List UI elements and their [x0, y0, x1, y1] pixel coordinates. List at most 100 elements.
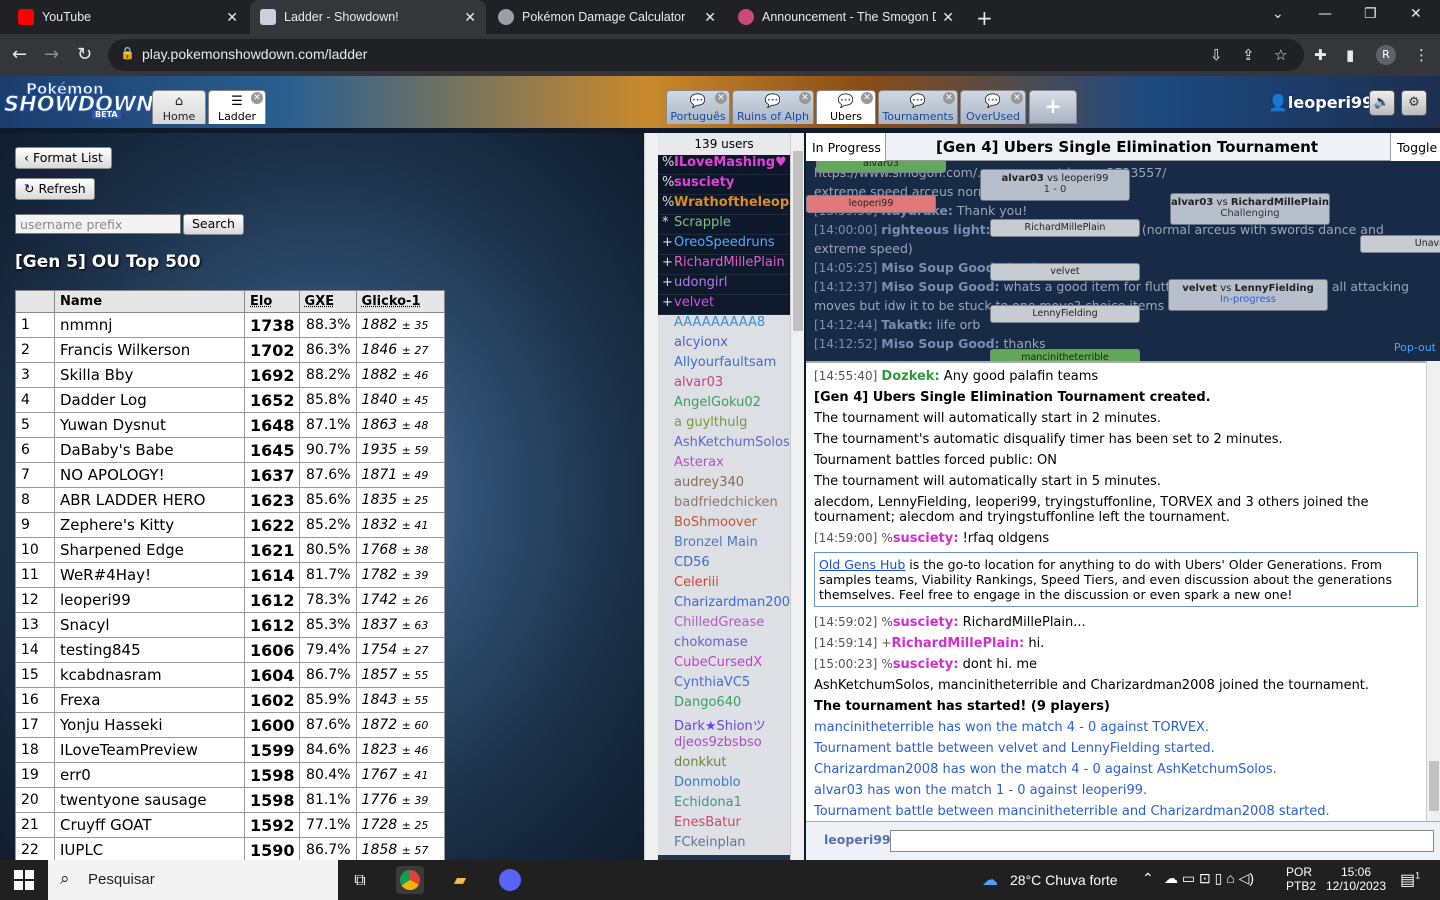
- userlist-item[interactable]: AngelGoku02: [658, 395, 790, 415]
- bracket-match[interactable]: alvar03 vs leoperi99 1 - 0: [980, 169, 1130, 201]
- room-tab-ubers[interactable]: ✕ 💬 Ubers: [816, 90, 876, 124]
- address-bar[interactable]: 🔒 play.pokemonshowdown.com/ladder: [108, 39, 1304, 71]
- userlist-item[interactable]: %susciety: [658, 175, 790, 195]
- task-view-icon[interactable]: ⧉: [346, 866, 374, 894]
- username-cell[interactable]: Frexa: [54, 687, 245, 713]
- userlist-item[interactable]: %ILoveMashing♥: [658, 155, 790, 175]
- profile-avatar[interactable]: R: [1376, 45, 1396, 65]
- userlist-scrollbar[interactable]: [790, 133, 804, 860]
- close-icon[interactable]: ✕: [1011, 92, 1023, 104]
- username-cell[interactable]: leoperi99: [54, 587, 245, 613]
- gxe-header[interactable]: GXE: [298, 290, 357, 313]
- showdown-logo[interactable]: Pokémon SHOWDOWN! BETA: [3, 80, 164, 122]
- install-icon[interactable]: ⇩: [1210, 46, 1223, 64]
- chat-username[interactable]: susciety:: [893, 615, 959, 630]
- chat-username[interactable]: susciety:: [893, 531, 959, 546]
- file-explorer-icon[interactable]: ▰: [446, 866, 474, 894]
- new-tab-icon[interactable]: +: [976, 6, 993, 30]
- share-icon[interactable]: ⇪: [1242, 46, 1255, 64]
- username-cell[interactable]: Francis Wilkerson: [54, 337, 245, 363]
- bookmark-star-icon[interactable]: ☆: [1274, 46, 1287, 64]
- back-icon[interactable]: ←: [12, 44, 27, 65]
- userlist-item[interactable]: AshKetchumSolos: [658, 435, 790, 455]
- taskbar-search-box[interactable]: ⌕ Pesquisar: [48, 860, 338, 900]
- search-button[interactable]: Search: [183, 214, 244, 235]
- chrome-icon[interactable]: [396, 866, 424, 894]
- old-gens-hub-link[interactable]: Old Gens Hub: [819, 557, 905, 572]
- userlist-item[interactable]: Bronzel Main: [658, 535, 790, 555]
- userlist-item[interactable]: Asterax: [658, 455, 790, 475]
- chat-username[interactable]: Dozkek:: [881, 369, 939, 384]
- userlist-item[interactable]: CubeCursedX: [658, 655, 790, 675]
- browser-tab-youtube[interactable]: YouTube ✕: [8, 0, 248, 34]
- glicko-header[interactable]: Glicko-1: [355, 290, 446, 313]
- refresh-button[interactable]: ↻ Refresh: [15, 178, 95, 200]
- bracket-match[interactable]: alvar03 vs RichardMillePlain Challenging: [1170, 193, 1330, 225]
- userlist-item[interactable]: djeos9zbsbso: [658, 735, 790, 755]
- browser-tab-ladder[interactable]: Ladder - Showdown! ✕: [250, 0, 486, 34]
- browser-tab-damage-calc[interactable]: Pokémon Damage Calculator ✕: [488, 0, 726, 34]
- ladder-scrollbar[interactable]: [644, 133, 658, 860]
- chat-message-input[interactable]: [890, 830, 1434, 852]
- userlist-item[interactable]: Echidona1: [658, 795, 790, 815]
- close-tab-icon[interactable]: ✕: [942, 9, 954, 26]
- self-username[interactable]: leoperi99:: [824, 832, 896, 847]
- userlist-item[interactable]: Dango640: [658, 695, 790, 715]
- userlist-item[interactable]: CynthiaVC5: [658, 675, 790, 695]
- popout-link[interactable]: Pop-out: [1394, 341, 1436, 354]
- clock[interactable]: 15:06 12/10/2023: [1324, 865, 1388, 893]
- username-cell[interactable]: Cruyff GOAT: [54, 812, 245, 838]
- room-tab-overused[interactable]: ✕ 💬 OverUsed: [960, 90, 1026, 124]
- userlist-item[interactable]: Allyourfaultsam: [658, 355, 790, 375]
- windows-start-icon[interactable]: [14, 870, 34, 890]
- close-tab-icon[interactable]: ✕: [464, 9, 476, 26]
- reload-icon[interactable]: ↻: [77, 44, 92, 65]
- userlist-item[interactable]: CD56: [658, 555, 790, 575]
- menu-kebab-icon[interactable]: ⋮: [1414, 46, 1429, 64]
- userlist-item[interactable]: a guylthulg: [658, 415, 790, 435]
- settings-button[interactable]: ⚙: [1401, 90, 1427, 116]
- username-cell[interactable]: WeR#4Hay!: [54, 562, 245, 588]
- userlist-item[interactable]: donkkut: [658, 755, 790, 775]
- userlist-item[interactable]: +udongirl: [658, 275, 790, 295]
- username-cell[interactable]: Yuwan Dysnut: [54, 412, 245, 438]
- tab-home[interactable]: ⌂ Home: [152, 90, 206, 124]
- close-icon[interactable]: ✕: [715, 92, 727, 104]
- userlist-item[interactable]: BoShmoover: [658, 515, 790, 535]
- userlist-item[interactable]: Charizardman2008: [658, 595, 790, 615]
- username-cell[interactable]: ABR LADDER HERO: [54, 487, 245, 513]
- notifications-icon[interactable]: ▤1: [1400, 870, 1420, 890]
- userlist-item[interactable]: alvar03: [658, 375, 790, 395]
- userlist-item[interactable]: FCkeinplan: [658, 835, 790, 855]
- username-cell[interactable]: Yonju Hasseki: [54, 712, 245, 738]
- username-cell[interactable]: err0: [54, 762, 245, 788]
- username-cell[interactable]: Zephere's Kitty: [54, 512, 245, 538]
- username-cell[interactable]: nmmnj: [54, 312, 245, 338]
- userlist-item[interactable]: alcyionx: [658, 335, 790, 355]
- username-prefix-input[interactable]: username prefix: [15, 214, 181, 234]
- userlist-item[interactable]: +OreoSpeedruns: [658, 235, 790, 255]
- username-cell[interactable]: testing845: [54, 637, 245, 663]
- tray-icons[interactable]: ☁ ▭ ⊡ ▯ ⌂ ◁): [1164, 870, 1254, 887]
- weather-icon[interactable]: ☁: [976, 866, 1004, 894]
- side-panel-icon[interactable]: ▮: [1346, 46, 1354, 64]
- userlist-item[interactable]: +RichardMillePlain: [658, 255, 790, 275]
- username-cell[interactable]: Skilla Bby: [54, 362, 245, 388]
- close-icon[interactable]: ✕: [251, 92, 263, 104]
- userlist-item[interactable]: Celeriii: [658, 575, 790, 595]
- userlist-item[interactable]: Donmoblo: [658, 775, 790, 795]
- tab-search-chevron-icon[interactable]: ⌄: [1272, 6, 1284, 22]
- discord-icon[interactable]: [496, 866, 524, 894]
- username-button[interactable]: 👤leoperi99: [1268, 93, 1373, 112]
- minimize-icon[interactable]: —: [1318, 6, 1332, 22]
- userlist-item[interactable]: AAAAAAAAA8: [658, 315, 790, 335]
- close-tab-icon[interactable]: ✕: [704, 9, 716, 26]
- username-cell[interactable]: IUPLC: [54, 837, 245, 860]
- extensions-puzzle-icon[interactable]: ✚: [1314, 46, 1327, 64]
- chat-scrollbar[interactable]: [1426, 361, 1440, 821]
- room-tab-portugues[interactable]: ✕ 💬 Português: [666, 90, 730, 124]
- userlist-item[interactable]: audrey340: [658, 475, 790, 495]
- close-icon[interactable]: ✕: [943, 92, 955, 104]
- username-cell[interactable]: Sharpened Edge: [54, 537, 245, 563]
- userlist-item[interactable]: badfriedchicken: [658, 495, 790, 515]
